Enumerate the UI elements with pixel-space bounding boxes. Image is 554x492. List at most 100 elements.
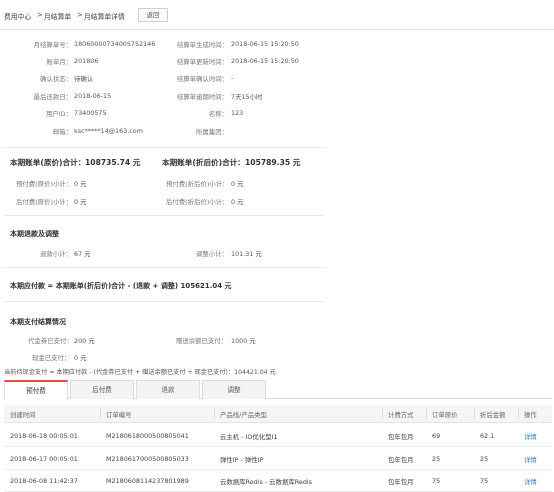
- top-bar: 费用中心 > 月结算单 > 月结算单详情 返回: [0, 0, 554, 30]
- bill-no-value: 18060000734005752146: [74, 40, 156, 48]
- tab-adjust[interactable]: 调整: [202, 380, 266, 399]
- col-order-no: 订单编号: [106, 411, 132, 419]
- disc-total-value: 105789.35 元: [245, 158, 301, 167]
- col-action: 操作: [524, 411, 537, 419]
- email-value: ksc*****14@163.com: [74, 127, 143, 135]
- table-header: 创建时间 订单编号 产品线/产品类型 计费方式 订单原价 折后金额 操作: [4, 405, 552, 423]
- detail-link[interactable]: 详情: [524, 477, 537, 486]
- breadcrumb-monthly[interactable]: 月结算单: [44, 11, 71, 21]
- col-product: 产品线/产品类型: [220, 411, 267, 419]
- prepaid-orig-value: 0 元: [74, 180, 87, 188]
- gift-label: 赠送余额已支付：: [176, 337, 228, 345]
- prepaid-orig-label: 预付费(原价)小计：: [16, 180, 73, 188]
- detail-link[interactable]: 详情: [524, 455, 537, 464]
- gen-time-value: 2018-06-15 15:20:50: [231, 40, 299, 48]
- col-billing: 计费方式: [388, 411, 414, 419]
- tab-postpaid[interactable]: 后付费: [70, 380, 134, 399]
- col-separator: [100, 409, 101, 419]
- gift-value: 1000 元: [231, 337, 256, 345]
- tab-refund[interactable]: 退款: [136, 380, 200, 399]
- table-row: 2018-06-17 00:05:01 M2180617000500805033…: [4, 447, 552, 470]
- update-time-value: 2018-06-15 15:20:50: [231, 57, 299, 65]
- orig-total-value: 108735.74 元: [85, 158, 141, 167]
- adjust-value: 101.31 元: [231, 250, 262, 258]
- voucher-label: 代金券已支付：: [28, 337, 73, 345]
- user-id-label: 用户ID：: [46, 110, 72, 118]
- divider-1: [4, 147, 324, 148]
- update-time-label: 结算单更新时间：: [176, 58, 228, 66]
- back-button[interactable]: 返回: [138, 8, 168, 22]
- user-id-value: 73400575: [74, 109, 107, 117]
- cell-orig-price: 25: [432, 455, 441, 463]
- cell-orig-price: 75: [432, 477, 441, 485]
- confirm-time-label: 结算单确认时间：: [176, 75, 228, 83]
- cell-disc-amount: 25: [480, 455, 489, 463]
- detail-link[interactable]: 详情: [524, 432, 537, 441]
- divider-2: [4, 215, 324, 216]
- breadcrumb-sep-2: >: [77, 11, 83, 19]
- prepaid-disc-value: 0 元: [231, 180, 244, 188]
- cell-product: 弹性IP - 弹性IP: [220, 456, 264, 464]
- postpaid-orig-label: 后付费(原价)小计：: [16, 198, 73, 206]
- postpaid-disc-label: 后付费(折后价)小计：: [166, 198, 229, 206]
- breadcrumb-current: 月结算单详情: [84, 13, 125, 21]
- cell-order-no: M2180618000500805041: [106, 432, 189, 440]
- col-orig-price: 订单原价: [432, 411, 458, 419]
- adjust-label: 调整小计：: [196, 250, 228, 258]
- col-created-time: 创建时间: [10, 411, 36, 419]
- cell-billing: 包年包月: [388, 456, 414, 464]
- voucher-value: 200 元: [74, 337, 95, 345]
- period-value: 201806: [74, 57, 99, 65]
- overdue-value: 7天15小时: [231, 93, 263, 101]
- name-label: 名称：: [208, 110, 228, 118]
- col-separator: [382, 409, 383, 419]
- due-date-value: 2018-06-15: [74, 92, 112, 100]
- settle-formula: 当前待现金支付 = 本期应付款 - (代金券已支付 + 赠送余额已支付 + 现金…: [4, 369, 276, 376]
- refund-value: 67 元: [74, 250, 91, 258]
- cell-disc-amount: 62.1: [480, 432, 495, 440]
- bill-no-label: 月结算单号：: [33, 41, 72, 49]
- tab-bar: 预付费 后付费 退款 调整: [4, 380, 552, 400]
- col-separator: [518, 409, 519, 419]
- gen-time-label: 结算单生成时间：: [176, 41, 228, 49]
- group-label: 所属集团：: [196, 128, 228, 136]
- postpaid-orig-value: 0 元: [74, 198, 87, 206]
- col-disc-amount: 折后金额: [480, 411, 506, 419]
- postpaid-disc-value: 0 元: [231, 198, 244, 206]
- cell-created-time: 2018-06-18 00:05:01: [10, 432, 78, 440]
- col-separator: [214, 409, 215, 419]
- refund-label: 退款小计：: [40, 250, 72, 258]
- cell-product: 云主机 - IO优化型I1: [220, 433, 278, 441]
- breadcrumb-home[interactable]: 费用中心: [4, 11, 31, 21]
- cell-product: 云数据库Redis - 云数据库Redis: [220, 478, 312, 486]
- cash-label: 现金已支付：: [32, 354, 71, 362]
- confirm-time-value: -: [231, 74, 234, 82]
- cash-value: 0 元: [74, 354, 87, 362]
- cell-billing: 包年包月: [388, 478, 414, 486]
- disc-total-label: 本期账单(折后价)合计：: [162, 158, 245, 167]
- cell-created-time: 2018-06-17 00:05:01: [10, 455, 78, 463]
- confirm-status-label: 确认状态：: [40, 75, 72, 83]
- due-date-label: 最后还款日：: [33, 93, 72, 101]
- cell-order-no: M2180617000500805033: [106, 455, 189, 463]
- breadcrumb-sep-1: >: [37, 11, 43, 19]
- payable-summary: 本期应付款 = 本期账单(折后价)合计 - (退款 + 调整) 105621.0…: [10, 282, 232, 290]
- refund-section-title: 本期退款及调整: [10, 230, 59, 238]
- col-separator: [474, 409, 475, 419]
- settle-section-title: 本期支付结算情况: [10, 318, 66, 326]
- confirm-status-value: 待确认: [74, 75, 94, 83]
- cell-created-time: 2018-06-08 11:42:37: [10, 477, 78, 485]
- divider-4: [4, 301, 324, 302]
- email-label: 邮箱：: [52, 128, 72, 136]
- prepaid-disc-label: 预付费(折后价)小计：: [166, 180, 229, 188]
- cell-billing: 包年包月: [388, 433, 414, 441]
- tab-prepaid[interactable]: 预付费: [4, 380, 68, 400]
- name-value: 123: [231, 109, 244, 117]
- cell-order-no: M2180608114237801989: [106, 477, 189, 485]
- col-separator: [426, 409, 427, 419]
- orig-total-label: 本期账单(原价)合计：: [10, 158, 86, 167]
- cell-disc-amount: 75: [480, 477, 489, 485]
- table-row: 2018-06-08 11:42:37 M2180608114237801989…: [4, 469, 552, 492]
- divider-3: [4, 267, 324, 268]
- period-label: 账单月：: [46, 58, 72, 66]
